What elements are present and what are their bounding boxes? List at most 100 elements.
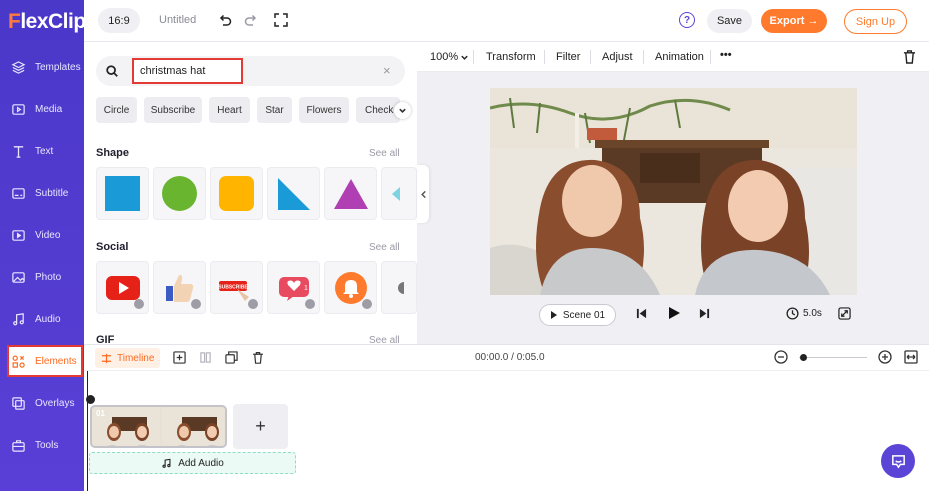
youtube-sticker[interactable] [96, 261, 149, 314]
play-small-icon [550, 311, 557, 319]
zoom-slider-track[interactable] [799, 357, 867, 358]
fit-screen-icon[interactable] [838, 307, 851, 320]
music-icon [162, 458, 171, 468]
zoom-in-icon[interactable] [878, 350, 892, 364]
add-audio-button[interactable]: Add Audio [89, 452, 296, 474]
more-options-icon[interactable]: ••• [720, 49, 732, 61]
chevron-down-icon[interactable] [394, 102, 411, 119]
chip-flowers[interactable]: Flowers [299, 97, 349, 123]
animation-button[interactable]: Animation [655, 51, 704, 63]
section-title-gif: GIF [96, 334, 115, 344]
see-all-gif[interactable]: See all [369, 335, 400, 344]
top-header: 16:9 Untitled ? Save Export → Sign Up [84, 0, 929, 42]
toolbox-icon [12, 439, 25, 452]
sidebar-item-text[interactable]: Text [0, 131, 84, 171]
subscribe-sticker[interactable]: SUBSCRIBE [210, 261, 263, 314]
aspect-ratio-button[interactable]: 16:9 [98, 8, 140, 33]
sidebar-item-photo[interactable]: Photo [0, 257, 84, 297]
timeline-toolbar: Timeline 00:00.0 / 0:05.0 [84, 345, 929, 371]
filter-button[interactable]: Filter [556, 51, 580, 63]
help-icon[interactable]: ? [679, 12, 695, 28]
split-icon[interactable] [199, 351, 212, 364]
flexclip-logo[interactable]: FlexClip [8, 8, 86, 36]
sidebar-item-templates[interactable]: Templates [0, 47, 84, 87]
add-scene-button[interactable]: + [233, 404, 288, 449]
sidebar-item-elements[interactable]: Elements [7, 345, 83, 377]
search-input[interactable] [132, 58, 243, 84]
clip-number: 01 [96, 409, 105, 418]
toolbar-divider [590, 50, 591, 64]
shape-more[interactable] [381, 167, 417, 220]
video-preview[interactable] [490, 88, 857, 295]
duplicate-icon[interactable] [225, 351, 238, 364]
overlays-icon [12, 396, 25, 410]
social-more[interactable] [381, 261, 417, 314]
zoom-select[interactable]: 100% [430, 51, 469, 63]
chip-star[interactable]: Star [257, 97, 292, 123]
canvas-toolbar: 100% Transform Filter Adjust Animation •… [417, 42, 929, 72]
thumbs-up-sticker[interactable] [153, 261, 206, 314]
bell-sticker[interactable] [324, 261, 377, 314]
delete-scene-icon[interactable] [252, 351, 264, 364]
video-icon [12, 229, 25, 241]
shape-circle[interactable] [153, 167, 206, 220]
redo-icon[interactable] [243, 12, 259, 28]
toolbar-divider [643, 50, 644, 64]
timeline: Timeline 00:00.0 / 0:05.0 01 + Add Audio [84, 344, 929, 491]
chip-circle[interactable]: Circle [96, 97, 137, 123]
clock-icon [786, 307, 799, 320]
collapse-panel-button[interactable] [417, 165, 429, 223]
timeline-icon [101, 353, 112, 363]
svg-text:SUBSCRIBE: SUBSCRIBE [218, 284, 248, 290]
trash-icon[interactable] [903, 49, 916, 64]
sidebar-item-overlays[interactable]: Overlays [0, 383, 84, 423]
scene-duration[interactable]: 5.0s [786, 307, 822, 320]
fit-timeline-icon[interactable] [904, 350, 918, 364]
canvas-area: 100% Transform Filter Adjust Animation •… [417, 42, 929, 344]
fullscreen-icon[interactable] [273, 12, 289, 28]
chip-subscribe[interactable]: Subscribe [144, 97, 202, 123]
clear-icon[interactable]: × [383, 64, 396, 77]
see-all-social[interactable]: See all [369, 242, 400, 253]
shape-rounded-square[interactable] [210, 167, 263, 220]
scene-clip[interactable]: 01 [90, 405, 227, 448]
zoom-out-icon[interactable] [774, 350, 788, 364]
chat-support-button[interactable] [881, 444, 915, 478]
skip-back-icon[interactable] [636, 308, 647, 319]
undo-icon[interactable] [217, 12, 233, 28]
animated-badge-icon [191, 299, 201, 309]
zoom-slider-handle[interactable] [800, 354, 807, 361]
skip-forward-icon[interactable] [699, 308, 710, 319]
add-scene-icon[interactable] [173, 351, 186, 364]
animated-badge-icon [134, 299, 144, 309]
photo-icon [12, 271, 25, 283]
see-all-shape[interactable]: See all [369, 148, 400, 159]
music-icon [13, 312, 24, 325]
chip-heart[interactable]: Heart [209, 97, 250, 123]
like-notification-sticker[interactable]: 1 [267, 261, 320, 314]
save-button[interactable]: Save [707, 9, 752, 33]
signup-button[interactable]: Sign Up [844, 9, 907, 34]
play-icon[interactable] [667, 306, 681, 320]
shape-right-triangle[interactable] [267, 167, 320, 220]
export-button[interactable]: Export → [761, 9, 827, 33]
playhead[interactable] [86, 371, 95, 491]
animated-badge-icon [248, 299, 258, 309]
transform-button[interactable]: Transform [486, 51, 536, 63]
sidebar-item-subtitle[interactable]: Subtitle [0, 173, 84, 213]
tag-chips: Circle Subscribe Heart Star Flowers Chec… [96, 97, 416, 123]
timeline-toggle[interactable]: Timeline [95, 348, 161, 368]
toolbar-divider [473, 50, 474, 64]
shape-triangle[interactable] [324, 167, 377, 220]
sidebar-item-video[interactable]: Video [0, 215, 84, 255]
animated-badge-icon [362, 299, 372, 309]
adjust-button[interactable]: Adjust [602, 51, 633, 63]
playhead-handle[interactable] [86, 395, 95, 404]
sidebar-item-tools[interactable]: Tools [0, 425, 84, 465]
sidebar-item-media[interactable]: Media [0, 89, 84, 129]
scene-selector[interactable]: Scene 01 [539, 304, 616, 326]
project-title[interactable]: Untitled [159, 14, 196, 26]
shape-square[interactable] [96, 167, 149, 220]
sidebar-item-audio[interactable]: Audio [0, 299, 84, 339]
layers-icon [11, 60, 26, 74]
